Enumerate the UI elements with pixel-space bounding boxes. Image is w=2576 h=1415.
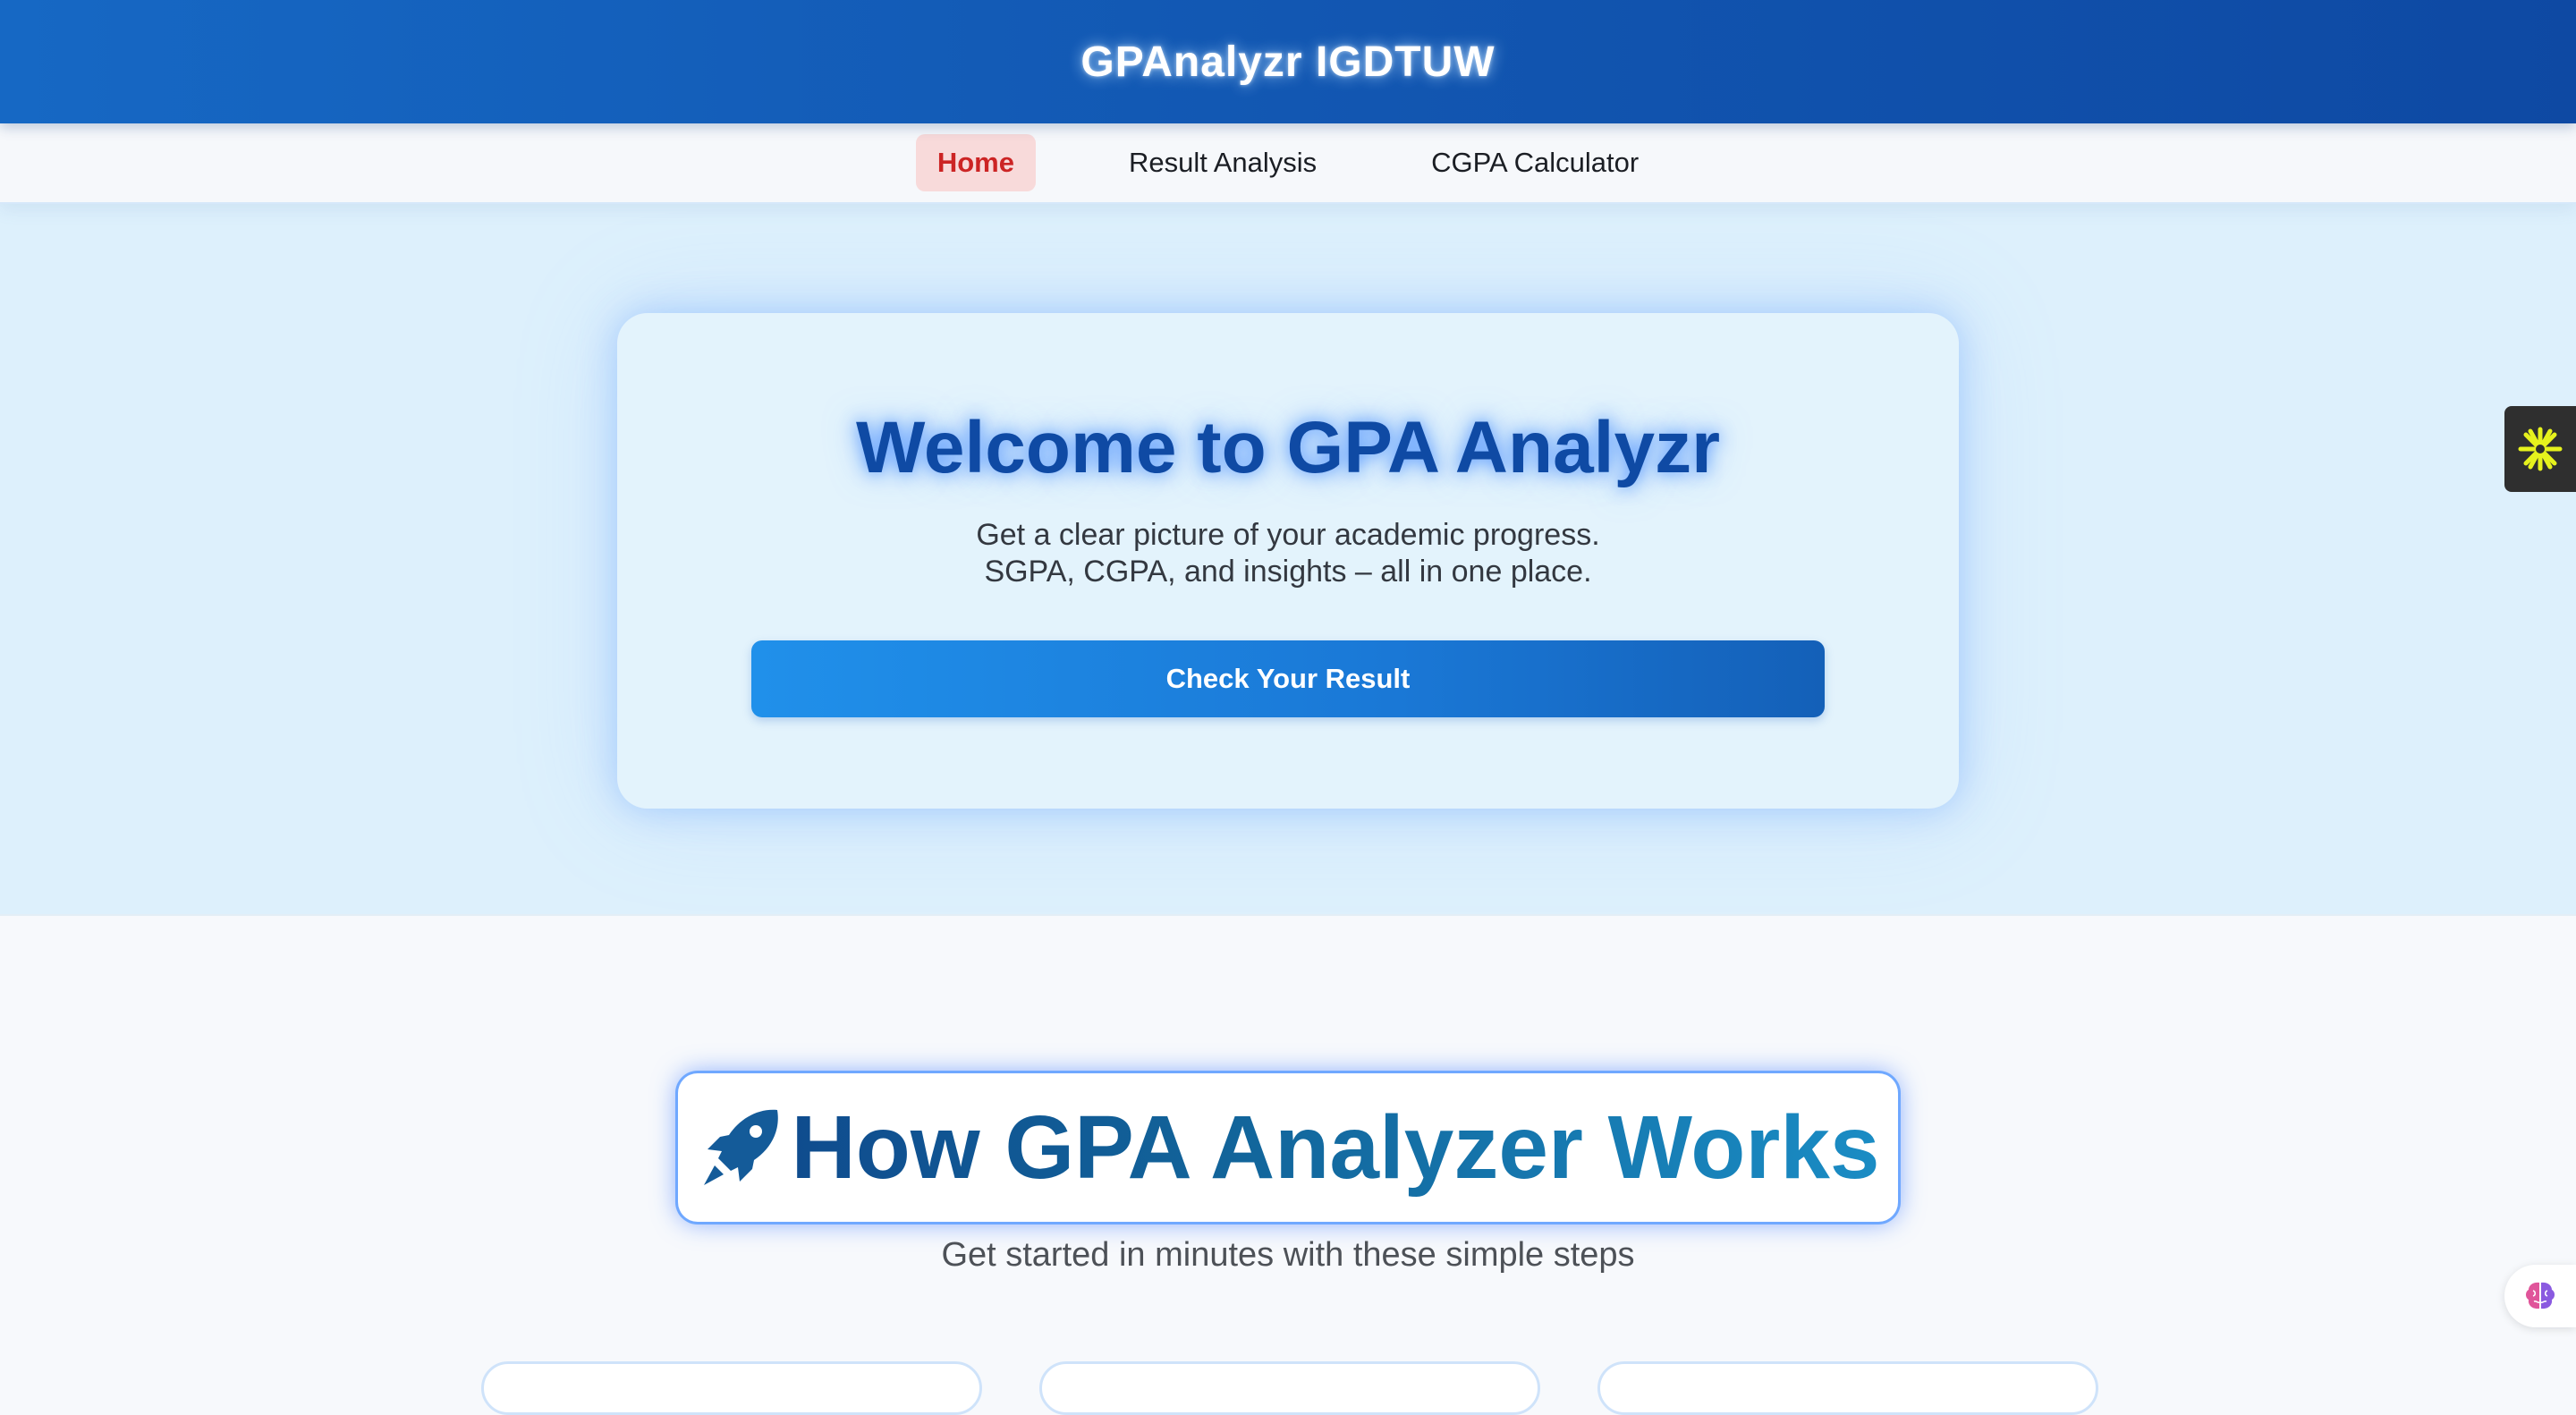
nav-home[interactable]: Home [915, 134, 1036, 191]
assistant-button[interactable] [2504, 1265, 2576, 1327]
nav-result-analysis[interactable]: Result Analysis [1107, 134, 1338, 191]
how-it-works-subtitle: Get started in minutes with these simple… [941, 1236, 1635, 1274]
hero-title: Welcome to GPA Analyzr [856, 407, 1720, 488]
hero-subtitle-line-1: Get a clear picture of your academic pro… [976, 518, 1600, 552]
nav-cgpa-calculator[interactable]: CGPA Calculator [1410, 134, 1660, 191]
brain-icon [2526, 1282, 2555, 1309]
side-widget-tab[interactable] [2504, 406, 2576, 492]
site-header: GPAnalyzr IGDTUW [0, 0, 2576, 123]
hero-subtitle-line-2: SGPA, CGPA, and insights – all in one pl… [984, 555, 1592, 589]
hero-section: Welcome to GPA Analyzr Get a clear pictu… [0, 204, 2576, 916]
how-it-works-title: How GPA Analyzer Works [791, 1097, 1880, 1198]
rocket-icon [703, 1109, 778, 1185]
hero-card: Welcome to GPA Analyzr Get a clear pictu… [617, 313, 1959, 809]
asterisk-icon [2518, 427, 2563, 471]
step-card-1 [481, 1361, 982, 1415]
main-nav: Home Result Analysis CGPA Calculator [0, 123, 2576, 204]
hero-subtitle: Get a clear picture of your academic pro… [617, 517, 1959, 590]
check-result-button[interactable]: Check Your Result [751, 640, 1825, 717]
step-card-2 [1039, 1361, 1540, 1415]
step-card-3 [1597, 1361, 2098, 1415]
site-brand[interactable]: GPAnalyzr IGDTUW [1080, 38, 1495, 87]
how-it-works-heading-card: How GPA Analyzer Works [678, 1073, 1898, 1222]
